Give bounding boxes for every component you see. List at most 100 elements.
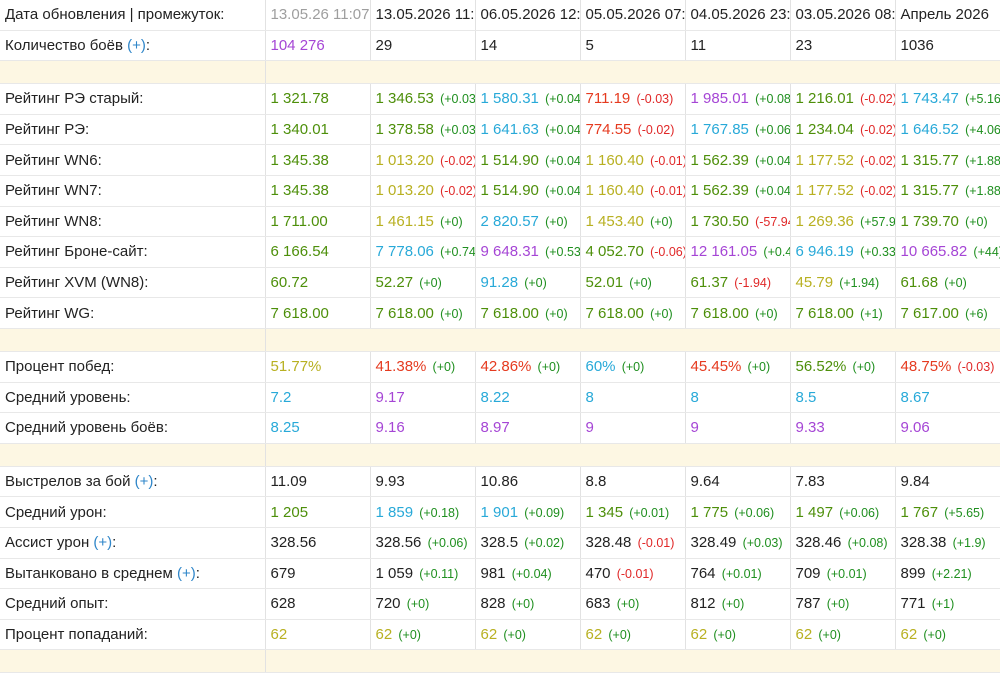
header-row: Дата обновления | промежуток: 13.05.26 1…	[0, 0, 1000, 31]
stat-delta: (+0.04)	[545, 92, 579, 107]
stat-cell: 60% (+0)	[580, 351, 686, 383]
stat-label-suffix: :	[195, 564, 200, 582]
stat-delta: (-0.01)	[616, 566, 654, 581]
stat-value: 812	[690, 595, 716, 613]
stat-delta: (-0.02)	[637, 123, 675, 138]
stat-value: 771	[900, 595, 926, 613]
stat-cell: 2 820.57 (+0)	[475, 206, 581, 238]
stat-delta: (+0.02)	[524, 536, 565, 551]
period-header[interactable]: 13.05.2026 11:07	[370, 0, 476, 31]
stat-cell: 45.79 (+1.94)	[790, 267, 896, 299]
stat-value: 1 775	[690, 503, 729, 521]
period-header[interactable]: 04.05.2026 23:13	[685, 0, 791, 31]
stat-value: 1 321.78	[270, 90, 329, 108]
stat-delta: (+0.01)	[629, 505, 670, 520]
stat-value: 9.33	[795, 419, 825, 437]
stat-cell: 1 345.38	[265, 175, 371, 207]
stat-delta: (+5.16)	[965, 92, 1000, 107]
stat-label-text: Средний опыт:	[5, 595, 109, 613]
stat-cell: 1 461.15 (+0)	[370, 206, 476, 238]
stat-value: 1 985.01	[690, 90, 749, 108]
period-header[interactable]: 06.05.2026 12:53	[475, 0, 581, 31]
stat-delta: (+0)	[608, 627, 631, 642]
stat-label: Рейтинг WN7:	[0, 175, 266, 207]
stat-value: 9.16	[375, 419, 405, 437]
stat-cell: 1 767.85 (+0.06)	[685, 114, 791, 146]
stat-label-text: Ассист урон	[5, 534, 90, 552]
period-header[interactable]: Апрель 2026	[895, 0, 1000, 31]
stat-cell: 328.38 (+1.9)	[895, 527, 1000, 559]
stat-cell: 1 205	[265, 496, 371, 528]
header-label: Дата обновления | промежуток:	[0, 0, 266, 31]
stat-value: 7.83	[795, 473, 825, 491]
stat-delta: (-57.94)	[755, 214, 789, 229]
stat-row: Рейтинг WN6: 1 345.38 1 013.20 (-0.02) 1 51…	[0, 144, 1000, 176]
stat-value: 899	[900, 564, 926, 582]
separator-cell	[0, 443, 266, 467]
section-separator	[0, 60, 1000, 85]
stat-cell: 328.56 (+0.06)	[370, 527, 476, 559]
stat-value: 1 160.40	[585, 151, 644, 169]
stat-cell: 7 618.00 (+1)	[790, 297, 896, 329]
stat-label-text: Вытанковано в среднем	[5, 564, 173, 582]
battles-label-text: Количество боёв	[5, 36, 123, 54]
stat-value: 711.19	[585, 90, 631, 108]
stat-cell: 9.16	[370, 412, 476, 444]
stat-cell: 328.49 (+0.03)	[685, 527, 791, 559]
stat-value: 7 618.00	[585, 304, 644, 322]
period-header[interactable]: 05.05.2026 07:18	[580, 0, 686, 31]
stat-cell: 1 730.50 (-57.94)	[685, 206, 791, 238]
stat-label: Рейтинг РЭ старый:	[0, 83, 266, 115]
expand-link[interactable]: (+)	[93, 534, 112, 551]
stat-cell: 1 378.58 (+0.03)	[370, 114, 476, 146]
stat-cell: 328.46 (+0.08)	[790, 527, 896, 559]
stat-cell: 1 901 (+0.09)	[475, 496, 581, 528]
stat-cell: 1 580.31 (+0.04)	[475, 83, 581, 115]
battles-expand-link[interactable]: (+)	[127, 37, 146, 54]
stat-cell: 8.8	[580, 466, 686, 498]
stat-cell: 9.64	[685, 466, 791, 498]
stats-table-body: Дата обновления | промежуток: 13.05.26 1…	[0, 0, 1000, 673]
stat-row: Рейтинг РЭ:1 340.011 378.58 (+0.03)1 641…	[0, 114, 1000, 146]
stat-delta: (-0.01)	[650, 184, 685, 199]
stat-value: 7 778.06	[375, 243, 434, 261]
stat-delta: (+0)	[406, 597, 430, 612]
stat-value: 787	[795, 595, 821, 613]
expand-link[interactable]: (+)	[135, 473, 154, 490]
stat-delta: (+0.01)	[826, 566, 867, 581]
stat-value: 1 580.31	[480, 90, 539, 108]
battles-value: 11	[685, 30, 791, 62]
stat-row: Рейтинг WG: 7 618.00 7 618.00 (+0) 7 618.00…	[0, 297, 1000, 329]
stat-label-suffix: :	[153, 473, 158, 491]
stats-table: Дата обновления | промежуток: 13.05.26 1…	[0, 0, 1000, 673]
stat-value: 1 453.40	[585, 212, 644, 230]
stat-value: 91.28	[480, 274, 519, 292]
battles-value: 5	[580, 30, 686, 62]
stat-cell: 771 (+1)	[895, 588, 1000, 620]
period-header[interactable]: 03.05.2026 08:31	[790, 0, 896, 31]
stat-delta: (+0.4)	[763, 245, 789, 260]
section-separator	[0, 443, 1000, 467]
expand-link[interactable]: (+)	[177, 565, 196, 582]
stat-cell: 8	[685, 382, 791, 414]
stat-delta: (+0.03)	[440, 123, 474, 138]
stat-value: 1 177.52	[795, 182, 854, 200]
stat-delta: (+0)	[537, 360, 561, 375]
stat-delta: (+0)	[826, 597, 850, 612]
stat-cell: 1 775 (+0.06)	[685, 496, 791, 528]
stat-delta: (+0.06)	[734, 505, 775, 520]
stat-cell: 9 648.31 (+0.53)	[475, 236, 581, 268]
stat-cell: 1 345 (+0.01)	[580, 496, 686, 528]
stat-value: 61.37	[690, 274, 729, 292]
stat-value: 1 562.39	[690, 182, 749, 200]
stat-value: 4 052.70	[585, 243, 644, 261]
stat-cell: 9.84	[895, 466, 1000, 498]
stat-value: 8.22	[480, 388, 510, 406]
separator-cell	[0, 328, 266, 352]
stat-cell: 8.25	[265, 412, 371, 444]
stat-value: 470	[585, 564, 611, 582]
stat-label: Выстрелов за бой (+):	[0, 466, 266, 498]
stat-delta: (+4.06)	[965, 123, 1000, 138]
stat-delta: (-0.03)	[636, 92, 674, 107]
stat-cell: 1 013.20 (-0.02)	[370, 175, 476, 207]
